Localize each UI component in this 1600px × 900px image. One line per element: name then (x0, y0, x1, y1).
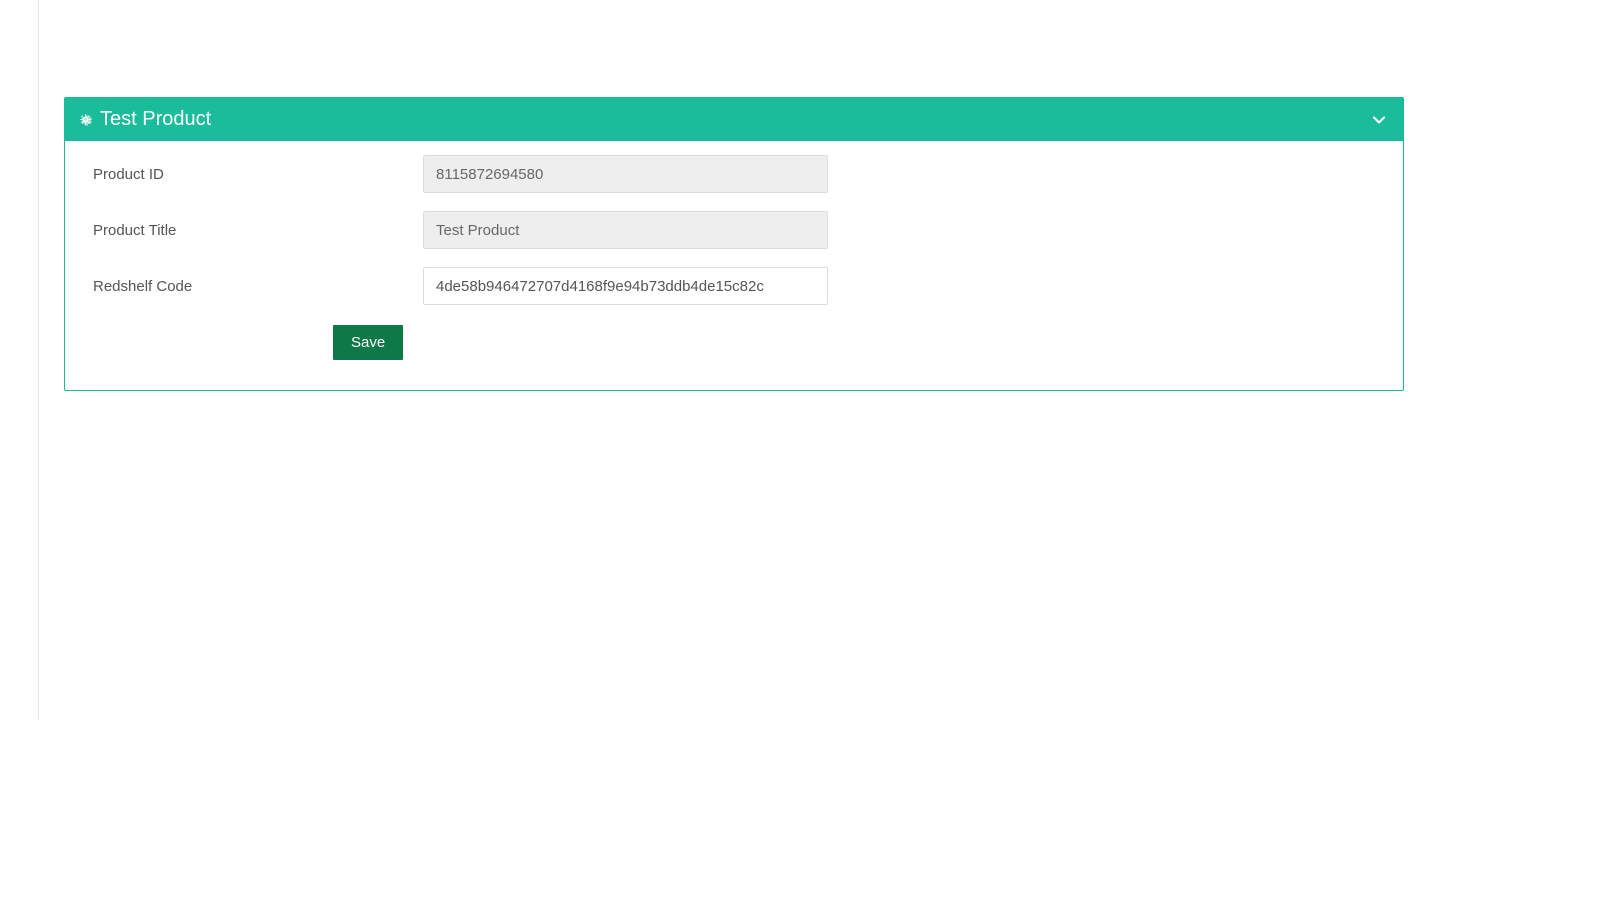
product-title-label: Product Title (93, 222, 423, 239)
product-id-label: Product ID (93, 166, 423, 183)
chevron-down-icon[interactable] (1369, 110, 1389, 130)
gears-icon (77, 111, 94, 128)
panel-header-left: Test Product (77, 108, 211, 131)
panel-title: Test Product (100, 108, 211, 131)
panel-header[interactable]: Test Product (65, 98, 1403, 141)
product-id-field (423, 155, 828, 193)
form-row-product-title: Product Title (93, 211, 1375, 249)
form-row-product-id: Product ID (93, 155, 1375, 193)
redshelf-code-label: Redshelf Code (93, 278, 423, 295)
form-row-redshelf-code: Redshelf Code (93, 267, 1375, 305)
panel-body: Product ID Product Title Redshelf Code S… (65, 141, 1403, 390)
content-area: Test Product Product ID Product Title (38, 0, 1600, 720)
redshelf-code-field[interactable] (423, 267, 828, 305)
page-container: Test Product Product ID Product Title (0, 0, 1600, 720)
button-row: Save (93, 325, 1375, 360)
product-title-field (423, 211, 828, 249)
product-panel: Test Product Product ID Product Title (64, 97, 1404, 391)
save-button[interactable]: Save (333, 325, 403, 360)
